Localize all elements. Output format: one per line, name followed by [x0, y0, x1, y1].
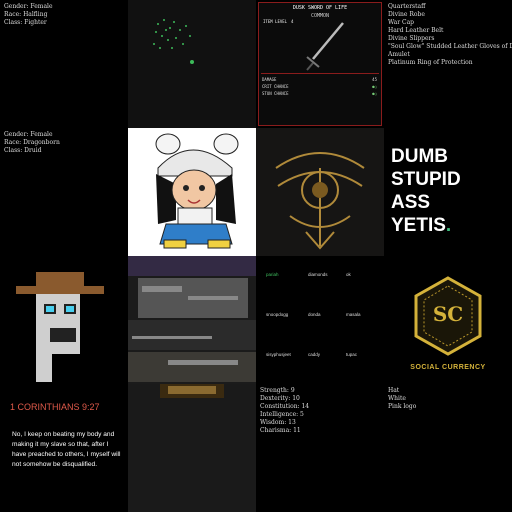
- hat-attribute: Pink logo: [388, 403, 417, 410]
- cartoon-girl-tile[interactable]: [128, 128, 256, 256]
- verse-text: No, I keep on beating my body and making…: [12, 431, 121, 468]
- item-level-label: ITEM LEVEL: [263, 19, 288, 24]
- slogan-text-tile[interactable]: DUMB STUPID ASS YETIS.: [384, 128, 512, 256]
- dark-texture-image: [160, 384, 224, 398]
- stun-chance-label: STUN CHANCE: [262, 91, 289, 96]
- crit-chance-indicator: ●○: [372, 84, 377, 89]
- name-cell: ok: [346, 272, 351, 277]
- equipment-item: Hard Leather Belt: [388, 27, 444, 34]
- name-cell: donda: [308, 312, 321, 317]
- name-cell: snoopdogg: [266, 312, 289, 317]
- slogan-line-1: DUMB: [391, 146, 448, 167]
- item-level-value: 4: [291, 19, 294, 24]
- social-currency-monogram: SC: [432, 302, 464, 326]
- slogan-dot: .: [445, 215, 452, 236]
- pixel-skull-image: [16, 272, 104, 382]
- names-grid-tile[interactable]: pariah diamonds ok snoopdogg donda masal…: [256, 256, 384, 384]
- item-card: DUSK SWORD OF LIFE COMMON ITEM LEVEL 4 D…: [258, 2, 382, 126]
- attribute-class: Class: Fighter: [4, 19, 47, 26]
- name-cell: pariah: [266, 272, 279, 277]
- ability-score: Intelligence: 5: [260, 411, 304, 418]
- name-cell: diamonds: [308, 272, 328, 277]
- name-cell: sisyphusjeet: [266, 352, 291, 357]
- attribute-gender: Gender: Female: [4, 131, 53, 138]
- crit-chance-label: CRIT CHANCE: [262, 84, 289, 89]
- cartoon-girl-image: [155, 133, 239, 249]
- sword-item-card-tile[interactable]: DUSK SWORD OF LIFE COMMON ITEM LEVEL 4 D…: [256, 0, 384, 128]
- hat-attribute: White: [388, 395, 406, 402]
- damage-label: DAMAGE: [262, 77, 277, 82]
- scatter-dots-tile[interactable]: [128, 0, 256, 128]
- attribute-race: Race: Dragonborn: [4, 139, 60, 146]
- name-cell: caddy: [308, 352, 321, 357]
- equipment-item: "Soul Glow" Studded Leather Gloves of De…: [388, 43, 512, 50]
- character-attributes-tile-1[interactable]: Gender: Female Race: Halfling Class: Fig…: [0, 0, 128, 128]
- ability-score: Strength: 9: [260, 387, 295, 394]
- attribute-class: Class: Druid: [4, 147, 42, 154]
- ornate-emblem-image: [275, 152, 365, 250]
- ability-score: Constitution: 14: [260, 403, 310, 410]
- ability-score: Wisdom: 13: [260, 419, 296, 426]
- ability-score: Charisma: 11: [260, 427, 301, 434]
- hat-attributes-tile[interactable]: Hat White Pink logo: [384, 384, 512, 512]
- slogan-line-2: STUPID: [391, 169, 461, 190]
- slogan-line-3: ASS: [391, 192, 431, 213]
- attribute-race: Race: Halfling: [4, 11, 48, 18]
- hat-attribute: Hat: [388, 387, 400, 394]
- ability-scores-tile[interactable]: Strength: 9 Dexterity: 10 Constitution: …: [256, 384, 384, 512]
- attribute-gender: Gender: Female: [4, 3, 53, 10]
- scatter-dots-image: [153, 19, 194, 64]
- social-currency-tile[interactable]: SC SOCIAL CURRENCY: [384, 256, 512, 384]
- equipment-item: Divine Slippers: [388, 35, 435, 42]
- equipment-item: Platinum Ring of Protection: [388, 59, 473, 66]
- name-cell: tupac: [346, 352, 358, 357]
- slogan-line-4-text: YETIS: [391, 215, 446, 236]
- glitch-art-tile[interactable]: [128, 256, 256, 384]
- sword-icon: [306, 22, 344, 71]
- equipment-item: War Cap: [388, 19, 415, 26]
- slogan-line-4: YETIS.: [391, 214, 461, 237]
- verse-reference: 1 CORINTHIANS 9:27: [10, 402, 100, 412]
- nft-gallery-grid: Gender: Female Race: Halfling Class: Fig…: [0, 0, 512, 512]
- slogan-text: DUMB STUPID ASS YETIS.: [391, 145, 461, 237]
- bible-verse-tile[interactable]: 1 CORINTHIANS 9:27 No, I keep on beating…: [0, 384, 128, 512]
- card-divider: [261, 73, 379, 74]
- item-title: DUSK SWORD OF LIFE: [292, 5, 348, 11]
- pixel-skull-tile[interactable]: [0, 256, 128, 384]
- damage-value: 45: [372, 77, 377, 82]
- equipment-item: Quarterstaff: [388, 3, 426, 10]
- equipment-item: Amulet: [388, 51, 410, 58]
- ability-score: Dexterity: 10: [260, 395, 300, 402]
- ornate-emblem-tile[interactable]: [256, 128, 384, 256]
- name-cell: masala: [346, 312, 361, 317]
- dark-texture-tile[interactable]: [128, 384, 256, 512]
- equipment-list-tile[interactable]: Quarterstaff Divine Robe War Cap Hard Le…: [384, 0, 512, 128]
- character-attributes-tile-2[interactable]: Gender: Female Race: Dragonborn Class: D…: [0, 128, 128, 256]
- glitch-art-image: [128, 256, 256, 382]
- stun-chance-indicator: ●○: [372, 91, 377, 96]
- equipment-item: Divine Robe: [388, 11, 425, 18]
- social-currency-caption: SOCIAL CURRENCY: [410, 364, 486, 371]
